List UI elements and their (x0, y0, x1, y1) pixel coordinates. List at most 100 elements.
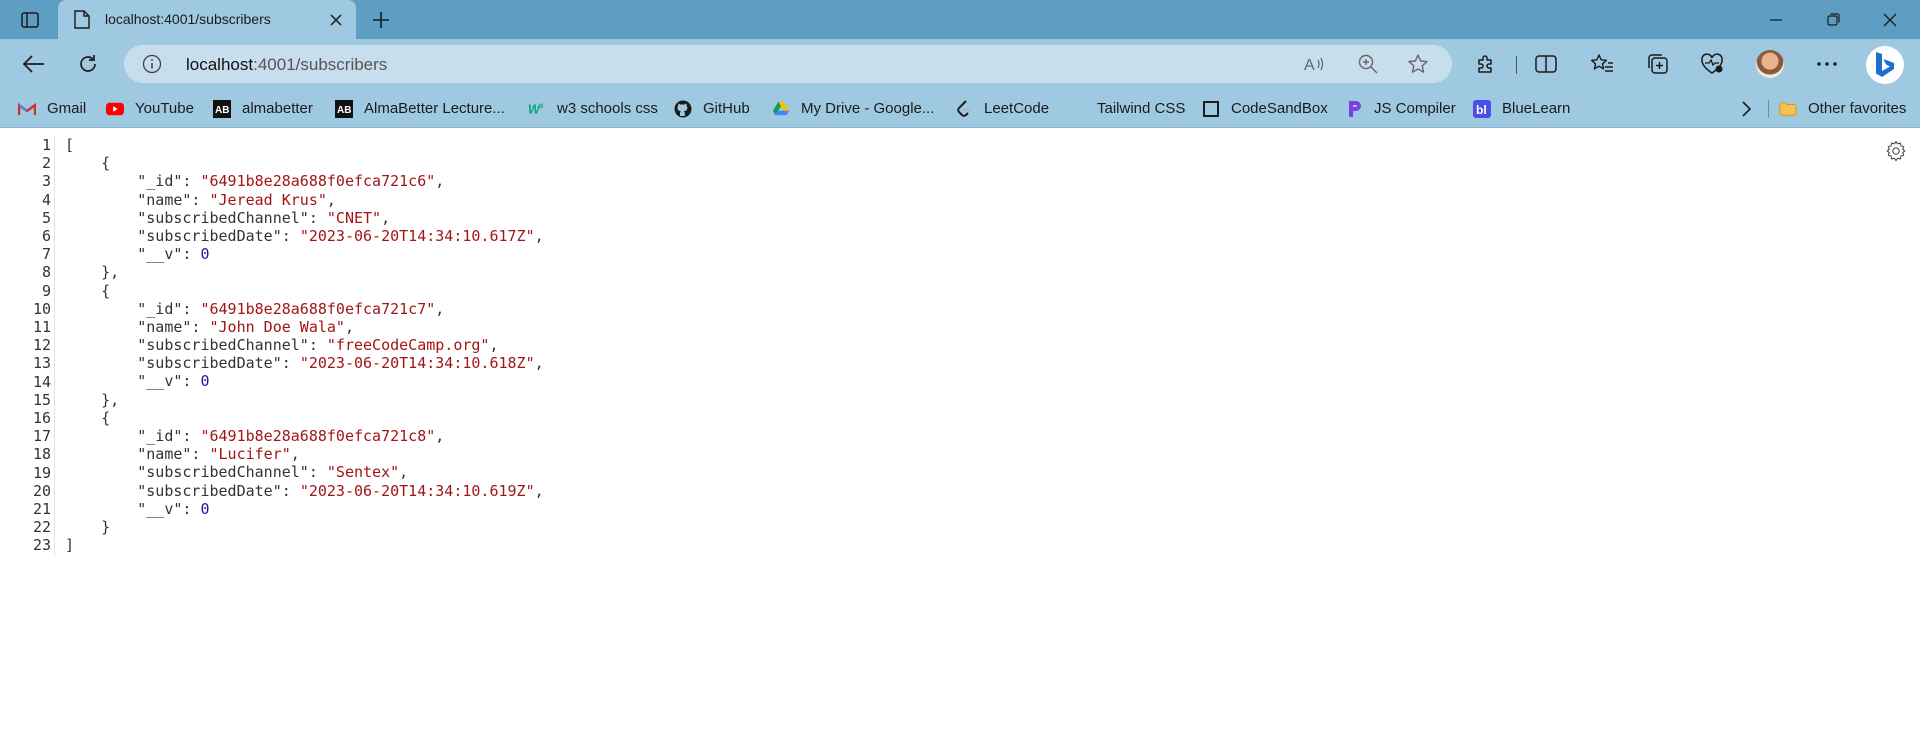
favorite-codesandbox[interactable]: CodeSandBox (1202, 89, 1328, 128)
json-number-value: 0 (200, 372, 210, 391)
json-line: "name": "John Doe Wala", (65, 318, 544, 336)
leetcode-icon (955, 99, 973, 118)
almabetter-icon: AB (335, 99, 353, 118)
zoom-icon[interactable] (1356, 52, 1380, 76)
favorite-label: YouTube (135, 100, 194, 117)
favorites-icon[interactable] (1586, 48, 1618, 80)
read-aloud-icon[interactable]: A (1302, 52, 1326, 76)
json-line: [ (65, 136, 544, 154)
favorite-tailwind[interactable]: Tailwind CSS (1068, 89, 1185, 128)
json-string-value: "John Doe Wala" (209, 317, 345, 336)
json-line: "subscribedDate": "2023-06-20T14:34:10.6… (65, 227, 543, 245)
line-number: 4 (41, 190, 51, 209)
favorite-bluelearn[interactable]: bl BlueLearn (1473, 89, 1570, 128)
url-host: localhost (186, 55, 254, 74)
youtube-icon (106, 100, 124, 118)
json-token: "_id": (65, 172, 201, 191)
line-number: 11 (32, 318, 51, 336)
favorite-leetcode[interactable]: LeetCode (955, 89, 1049, 128)
json-line: "name": "Jeread Krus", (65, 191, 544, 209)
codesandbox-icon (1202, 100, 1220, 118)
line-number: 17 (32, 427, 51, 446)
info-icon[interactable] (142, 54, 162, 74)
json-token: "__v": (65, 245, 201, 264)
tab-active[interactable]: localhost:4001/subscribers (58, 0, 356, 39)
line-number: 18 (32, 445, 51, 464)
json-string-value: "6491b8e28a688f0efca721c6" (200, 172, 436, 191)
bluelearn-icon: bl (1473, 99, 1491, 118)
js-compiler-icon (1345, 100, 1363, 118)
page-icon (74, 10, 90, 29)
favorite-gmail[interactable]: Gmail (18, 89, 86, 128)
favorite-youtube[interactable]: YouTube (106, 89, 194, 128)
url-text[interactable]: localhost:4001/subscribers (186, 55, 387, 75)
close-window-icon[interactable] (1862, 0, 1918, 39)
json-line: "subscribedChannel": "freeCodeCamp.org", (65, 336, 544, 354)
json-line: } (65, 518, 544, 536)
json-token: , (381, 208, 391, 227)
restore-icon[interactable] (1805, 0, 1861, 39)
extensions-icon[interactable] (1470, 48, 1502, 80)
favorite-almabetter-lecture[interactable]: AB AlmaBetter Lecture... (335, 89, 505, 128)
settings-gear-icon[interactable] (1884, 139, 1908, 163)
address-bar[interactable]: localhost:4001/subscribers A (124, 45, 1452, 83)
json-string-value: "CNET" (326, 208, 382, 227)
json-line: ] (65, 536, 544, 554)
other-favorites[interactable]: Other favorites (1779, 89, 1906, 128)
line-number: 23 (32, 536, 51, 555)
favorite-label: CodeSandBox (1231, 100, 1328, 117)
other-favorites-label: Other favorites (1808, 100, 1907, 117)
json-string-value: "6491b8e28a688f0efca721c7" (200, 299, 436, 318)
favorite-almabetter[interactable]: AB almabetter (213, 89, 313, 128)
line-number: 12 (32, 336, 51, 355)
json-token: "__v": (65, 499, 201, 518)
json-token: { (65, 408, 111, 427)
tab-actions-icon[interactable] (16, 8, 44, 32)
refresh-icon[interactable] (72, 48, 104, 80)
favorite-star-icon[interactable] (1406, 52, 1430, 76)
json-string-value: "freeCodeCamp.org" (326, 336, 490, 355)
json-string-value: "Lucifer" (209, 445, 291, 464)
favorite-github[interactable]: GitHub (674, 89, 750, 128)
svg-text:A: A (1304, 57, 1315, 74)
tab-close-icon[interactable] (324, 8, 348, 32)
json-token: "subscribedChannel": (65, 463, 327, 482)
chevron-right-icon[interactable] (1734, 97, 1758, 121)
google-drive-icon (772, 100, 790, 118)
favorites-bar: Gmail YouTube AB almabetter AB AlmaBette… (0, 89, 1920, 128)
line-number: 22 (32, 518, 51, 537)
line-number: 1 (41, 136, 51, 154)
json-token: , (435, 299, 445, 318)
json-line: }, (65, 391, 544, 409)
tab-title: localhost:4001/subscribers (105, 11, 271, 27)
browser-essentials-icon[interactable] (1696, 48, 1728, 80)
line-number: 20 (32, 481, 51, 500)
favorite-google-drive[interactable]: My Drive - Google... (772, 89, 934, 128)
line-number: 6 (41, 227, 51, 245)
more-options-icon[interactable] (1811, 48, 1843, 80)
collections-icon[interactable] (1642, 48, 1674, 80)
json-line: "__v": 0 (65, 245, 544, 263)
json-token: , (489, 336, 499, 355)
bing-copilot-icon[interactable] (1866, 46, 1904, 84)
json-content[interactable]: [ { "_id": "6491b8e28a688f0efca721c6", "… (65, 136, 544, 554)
json-token: "subscribedChannel": (65, 336, 327, 355)
favorite-js-compiler[interactable]: JS Compiler (1345, 89, 1456, 128)
w3schools-icon: W3 (528, 100, 546, 118)
favorites-separator (1768, 100, 1769, 118)
line-number: 9 (41, 281, 51, 300)
json-line: }, (65, 263, 544, 281)
json-line: "subscribedChannel": "Sentex", (65, 463, 544, 481)
split-screen-icon[interactable] (1530, 48, 1562, 80)
browser-toolbar: localhost:4001/subscribers A (0, 39, 1920, 89)
line-number: 10 (32, 299, 51, 318)
favorite-w3schools[interactable]: W3 w3 schools css (528, 89, 658, 128)
profile-avatar[interactable] (1756, 50, 1784, 78)
minimize-icon[interactable] (1748, 0, 1804, 39)
favorite-label: w3 schools css (557, 100, 658, 117)
back-icon[interactable] (18, 48, 50, 80)
json-token: "name": (65, 317, 210, 336)
json-line: { (65, 282, 544, 300)
json-line: "__v": 0 (65, 372, 544, 390)
new-tab-icon[interactable] (368, 7, 394, 33)
